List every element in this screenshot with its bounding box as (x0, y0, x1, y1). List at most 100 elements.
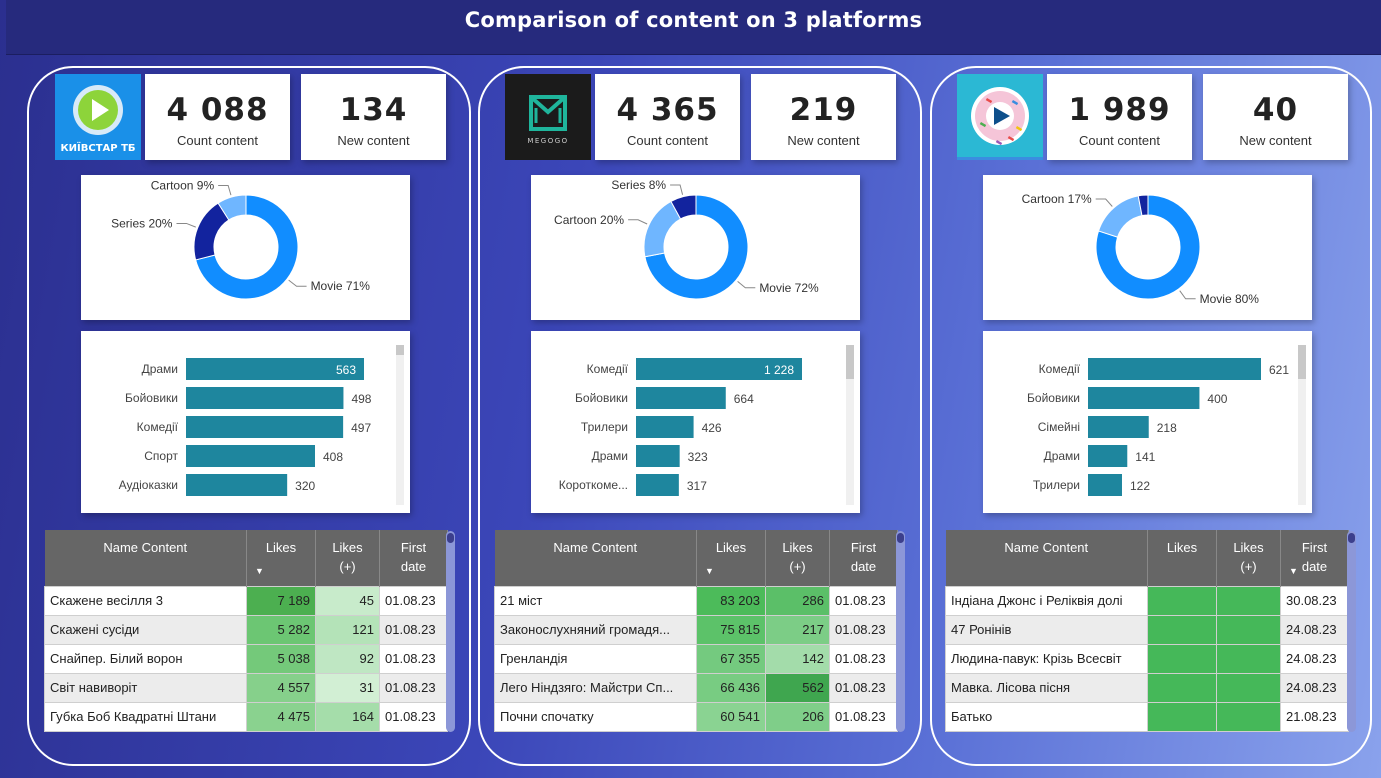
chart-scrollbar[interactable] (846, 345, 854, 505)
table-scrollbar[interactable] (896, 531, 905, 732)
likes-cell: 60 541 (696, 701, 766, 732)
column-header[interactable]: First date ▼ (1280, 530, 1349, 586)
table-row[interactable]: 21 міст 83 203 286 01.08.23 (494, 585, 898, 616)
table-row[interactable]: 47 Ронінів 24.08.23 (945, 614, 1349, 645)
bar-value-label: 497 (351, 421, 371, 435)
table-row[interactable]: Індіана Джонс і Реліквія долі 30.08.23 (945, 585, 1349, 616)
likes-plus-cell: 206 (765, 701, 830, 732)
column-header[interactable]: Name Content (494, 530, 697, 586)
likes-plus-cell: 562 (765, 672, 830, 703)
bar-category-label: Короткоме... (559, 478, 628, 492)
table-scrollbar[interactable] (446, 531, 455, 732)
column-header[interactable]: Likes ▼ (246, 530, 316, 586)
bar-category-label: Трилери (581, 420, 628, 434)
content-table: Name Content Likes ▼ Likes (+) First date Ска… (44, 530, 448, 732)
likes-cell: 67 355 (696, 643, 766, 674)
leader-line (218, 185, 232, 196)
leader-line (288, 279, 307, 287)
column-header[interactable]: Name Content (44, 530, 247, 586)
bar-value-label: 1 228 (764, 363, 794, 377)
table-row[interactable]: Скажене весілля 37 189 45 01.08.23 (44, 585, 448, 616)
count-content-card: 4 088 Count content (145, 74, 290, 160)
date-cell: 01.08.23 (829, 585, 898, 616)
header-label: Likes (265, 540, 297, 555)
content-type-donut-chart: Movie 71% Series 20% Cartoon 9% (81, 175, 410, 320)
header-label: First date (1301, 540, 1328, 574)
name-cell: Мавка. Лісова пісня (945, 672, 1148, 703)
column-header[interactable]: Likes (+) (1216, 530, 1281, 586)
header-label: First date (400, 540, 427, 574)
likes-cell: 7 189 (246, 585, 316, 616)
bar-category-label: Трилери (1033, 478, 1080, 492)
date-cell: 24.08.23 (1280, 643, 1349, 674)
genre-bar-chart: Комедії 1 228 Бойовики 664 Трилери 426 Драми 32… (531, 331, 860, 513)
scrollbar-thumb[interactable] (396, 345, 404, 355)
sort-desc-icon[interactable]: ▼ (1289, 562, 1298, 581)
table-row[interactable]: Губка Боб Квадратні Штани 4 475 164 01.08.2… (44, 701, 448, 732)
bar (1088, 387, 1200, 409)
bar-value-label: 141 (1135, 450, 1155, 464)
column-header[interactable]: Name Content (945, 530, 1148, 586)
scrollbar-thumb[interactable] (1298, 345, 1306, 379)
bar-value-label: 323 (688, 450, 708, 464)
likes-plus-cell (1216, 701, 1281, 732)
column-header[interactable]: Likes (1147, 530, 1217, 586)
bar-category-label: Бойовики (125, 391, 178, 405)
sort-desc-icon[interactable]: ▼ (255, 562, 264, 581)
kpi-value: 219 (789, 92, 858, 128)
likes-plus-cell (1216, 643, 1281, 674)
scrollbar-thumb[interactable] (447, 533, 454, 543)
donut-label: Cartoon 20% (554, 213, 624, 227)
header-label: Name Content (553, 540, 638, 555)
table-row[interactable]: Людина-павук: Крізь Всесвіт 24.08.23 (945, 643, 1349, 674)
likes-plus-cell: 45 (315, 585, 380, 616)
content-table: Name Content Likes ▼ Likes (+) First date 21 … (494, 530, 898, 732)
scrollbar-thumb[interactable] (1348, 533, 1355, 543)
table-row[interactable]: Мавка. Лісова пісня 24.08.23 (945, 672, 1349, 703)
table-row[interactable]: Гренландія 67 355 142 01.08.23 (494, 643, 898, 674)
likes-plus-cell: 142 (765, 643, 830, 674)
kpi-label: New content (787, 133, 860, 148)
content-type-donut-chart: Movie 72% Cartoon 20% Series 8% (531, 175, 860, 320)
column-header[interactable]: Likes ▼ (696, 530, 766, 586)
megogo-logo: MEGOGO (505, 74, 591, 160)
likes-plus-cell: 31 (315, 672, 380, 703)
leader-line (628, 219, 648, 225)
likes-plus-cell: 121 (315, 614, 380, 645)
chart-scrollbar[interactable] (396, 345, 404, 505)
header-label: Likes (715, 540, 747, 555)
table-row[interactable]: Скажені сусіди 5 282 121 01.08.23 (44, 614, 448, 645)
bar-category-label: Аудіоказки (119, 478, 178, 492)
table-row[interactable]: Почни спочатку 60 541 206 01.08.23 (494, 701, 898, 732)
bar-category-label: Сімейні (1038, 420, 1080, 434)
logo-text: КИЇВСТАР ТБ (60, 140, 135, 154)
scrollbar-thumb[interactable] (897, 533, 904, 543)
header-label: Name Content (1004, 540, 1089, 555)
bar-category-label: Драми (142, 362, 178, 376)
kyivstar-tv-logo: КИЇВСТАР ТБ (55, 74, 141, 160)
likes-plus-cell (1216, 614, 1281, 645)
leader-line (1095, 198, 1113, 207)
likes-cell: 4 475 (246, 701, 316, 732)
column-header[interactable]: Likes (+) (765, 530, 830, 586)
scrollbar-thumb[interactable] (846, 345, 854, 379)
column-header[interactable]: Likes (+) (315, 530, 380, 586)
kpi-label: Count content (627, 133, 708, 148)
chart-scrollbar[interactable] (1298, 345, 1306, 505)
sort-desc-icon[interactable]: ▼ (705, 562, 714, 581)
name-cell: Гренландія (494, 643, 697, 674)
leader-line (670, 184, 684, 195)
column-header[interactable]: First date (379, 530, 448, 586)
bar (186, 474, 288, 496)
date-cell: 01.08.23 (829, 614, 898, 645)
logo-text: MEGOGO (527, 137, 568, 145)
column-header[interactable]: First date (829, 530, 898, 586)
table-row[interactable]: Снайпер. Білий ворон 5 038 92 01.08.23 (44, 643, 448, 674)
table-row[interactable]: Лего Ніндзяго: Майстри Сп... 66 436 562 01.… (494, 672, 898, 703)
table-row[interactable]: Світ навиворіт 4 557 31 01.08.23 (44, 672, 448, 703)
table-row[interactable]: Законослухняний громадя... 75 815 217 01.08… (494, 614, 898, 645)
bar-category-label: Комедії (137, 420, 179, 434)
table-scrollbar[interactable] (1347, 531, 1356, 732)
table-row[interactable]: Батько 21.08.23 (945, 701, 1349, 732)
bar-value-label: 664 (734, 392, 754, 406)
